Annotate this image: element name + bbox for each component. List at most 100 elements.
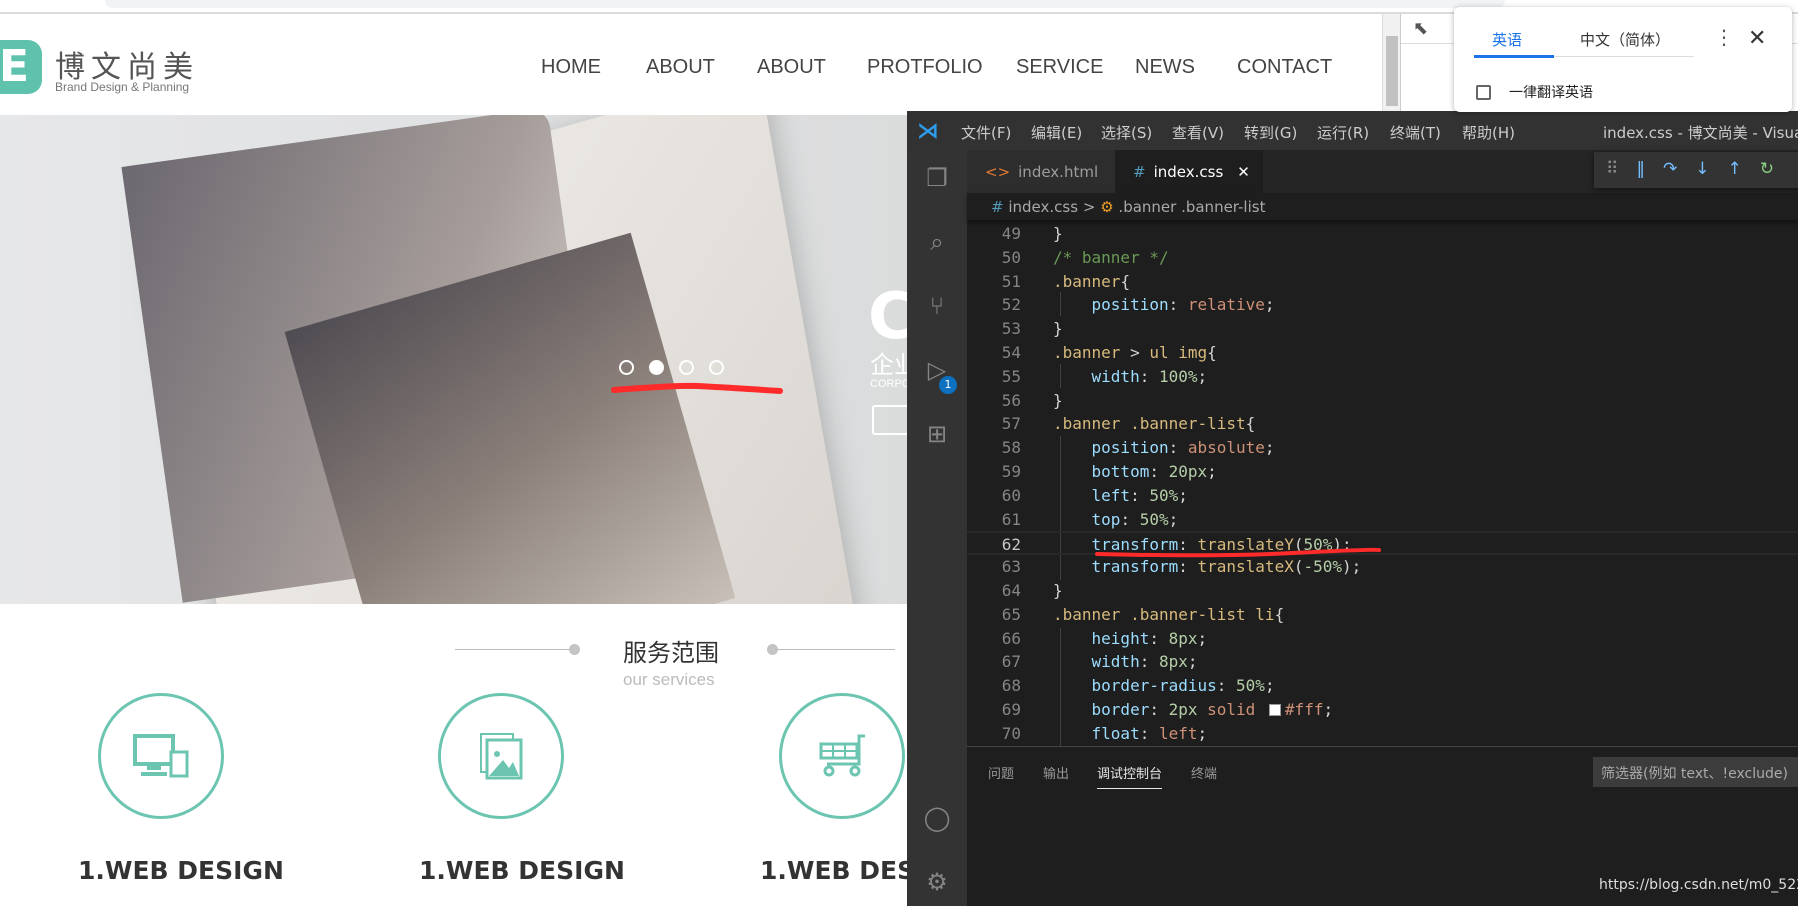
code-line[interactable]: 69 border: 2px solid #fff;	[967, 698, 1798, 722]
code-token: :	[1168, 438, 1188, 458]
code-line[interactable]: 67 width: 8px;	[967, 650, 1798, 674]
step-out-icon[interactable]: ↑	[1727, 159, 1759, 179]
source-control-icon[interactable]: ⑂	[921, 290, 953, 322]
code-line[interactable]: 52 position: relative;	[967, 293, 1798, 317]
panel-tab-problems[interactable]: 问题	[988, 763, 1014, 788]
step-over-icon[interactable]: ↷	[1663, 159, 1695, 179]
tab-divider	[1554, 56, 1694, 57]
menu-help[interactable]: 帮助(H)	[1462, 122, 1515, 143]
code-line[interactable]: 61 top: 50%;	[967, 508, 1798, 532]
nav-home[interactable]: HOME	[541, 56, 601, 79]
code-line[interactable]: 64}	[967, 579, 1798, 603]
code-token: 50%	[1139, 509, 1169, 529]
code-line[interactable]: 65 .banner .banner-list li{	[967, 603, 1798, 627]
breadcrumb-file[interactable]: index.css	[1008, 198, 1078, 216]
drag-handle-icon[interactable]: ⠿	[1606, 159, 1636, 179]
menu-run[interactable]: 运行(R)	[1317, 122, 1369, 143]
tab-close-icon[interactable]: ✕	[1237, 163, 1250, 181]
tab-index-html[interactable]: <> index.html	[967, 150, 1115, 193]
nav-news[interactable]: NEWS	[1135, 56, 1195, 79]
code-text: float: left;	[1053, 722, 1208, 746]
address-bar[interactable]	[105, 0, 1505, 8]
banner-dot[interactable]	[679, 360, 694, 375]
code-token: width	[1091, 366, 1140, 386]
banner-dot[interactable]	[709, 360, 724, 375]
code-line[interactable]: 66 height: 8px;	[967, 627, 1798, 651]
breadcrumb-symbol[interactable]: .banner .banner-list	[1118, 198, 1265, 216]
nav-about-2[interactable]: ABOUT	[757, 56, 826, 79]
code-line[interactable]: 59 bottom: 20px;	[967, 460, 1798, 484]
extensions-icon[interactable]: ⊞	[921, 418, 953, 450]
code-token: :	[1120, 509, 1140, 529]
menu-terminal[interactable]: 终端(T)	[1390, 122, 1441, 143]
devices-icon	[133, 734, 189, 778]
explorer-icon[interactable]: ❐	[921, 162, 953, 194]
code-line[interactable]: 60 left: 50%;	[967, 484, 1798, 508]
panel-tab-output[interactable]: 输出	[1043, 763, 1069, 788]
settings-gear-icon[interactable]: ⚙	[921, 866, 953, 898]
code-editor[interactable]: 49} 50/* banner */51 .banner{52 position: …	[967, 220, 1798, 746]
code-line[interactable]: 51 .banner{	[967, 270, 1798, 294]
code-line[interactable]: 58 position: absolute;	[967, 436, 1798, 460]
nav-contact[interactable]: CONTACT	[1237, 56, 1332, 79]
panel-tab-terminal[interactable]: 终端	[1191, 763, 1217, 788]
menu-file[interactable]: 文件(F)	[961, 122, 1011, 143]
banner-dot[interactable]	[619, 360, 634, 375]
code-line[interactable]: 70 float: left;	[967, 722, 1798, 746]
nav-portfolio[interactable]: PROTFOLIO	[867, 56, 983, 79]
code-line[interactable]: 50 /* banner */	[967, 246, 1798, 270]
filter-input[interactable]: 筛选器(例如 text、!exclude)	[1593, 757, 1798, 787]
service-label-2: 1.WEB DESIGN	[419, 856, 625, 885]
service-label-1: 1.WEB DESIGN	[78, 856, 284, 885]
service-circle-2[interactable]	[438, 693, 564, 819]
step-into-icon[interactable]: ↓	[1695, 159, 1727, 179]
color-swatch[interactable]	[1268, 704, 1281, 716]
line-number: 51	[1001, 271, 1021, 291]
code-token: {	[1120, 271, 1131, 291]
code-text: .banner .banner-list{	[1053, 412, 1255, 436]
close-icon[interactable]: ✕	[1748, 25, 1766, 51]
line-number: 56	[1001, 390, 1021, 410]
services-line-left	[455, 649, 575, 650]
account-icon[interactable]: ◯	[921, 802, 953, 834]
pause-icon[interactable]: ‖	[1636, 159, 1663, 179]
code-line[interactable]: 56}	[967, 389, 1798, 413]
code-token: .banner	[1053, 343, 1121, 362]
menu-view[interactable]: 查看(V)	[1172, 122, 1224, 143]
line-number: 70	[1001, 723, 1021, 743]
line-number: 59	[1001, 462, 1021, 481]
code-token: ;	[1197, 366, 1208, 386]
nav-about[interactable]: ABOUT	[646, 56, 715, 79]
panel-tab-debug-console[interactable]: 调试控制台	[1097, 763, 1163, 789]
service-circle-3[interactable]	[779, 693, 905, 819]
menu-go[interactable]: 转到(G)	[1244, 122, 1297, 143]
debug-toolbar: ⠿‖↷↓↑↻	[1594, 152, 1798, 188]
line-number: 65	[1001, 604, 1021, 624]
always-translate-checkbox[interactable]	[1476, 85, 1491, 100]
more-vert-icon[interactable]: ⋮	[1714, 25, 1734, 50]
scrollbar-thumb[interactable]	[1386, 36, 1398, 106]
code-line[interactable]: 54 .banner > ul img{	[967, 341, 1798, 365]
menu-selection[interactable]: 选择(S)	[1101, 122, 1152, 143]
restart-icon[interactable]: ↻	[1760, 159, 1792, 179]
nav-service[interactable]: SERVICE	[1016, 56, 1103, 79]
red-annotation-underline	[611, 382, 783, 394]
code-line[interactable]: 55 width: 100%;	[967, 365, 1798, 389]
code-token: :	[1149, 462, 1169, 481]
search-icon[interactable]: ⌕	[921, 226, 953, 258]
menu-edit[interactable]: 编辑(E)	[1031, 122, 1082, 143]
service-circle-1[interactable]	[98, 693, 224, 819]
banner-dot-active[interactable]	[649, 360, 664, 375]
page-scrollbar[interactable]	[1382, 14, 1400, 114]
tab-index-css[interactable]: # index.css ✕	[1115, 150, 1263, 193]
translate-tab-english[interactable]: 英语	[1492, 29, 1522, 50]
code-line[interactable]: 49}	[967, 222, 1798, 246]
translate-tab-chinese[interactable]: 中文（简体）	[1580, 29, 1670, 50]
code-line[interactable]: 53}	[967, 317, 1798, 341]
code-line[interactable]: 68 border-radius: 50%;	[967, 674, 1798, 698]
code-line[interactable]: 57 .banner .banner-list{	[967, 412, 1798, 436]
code-token: :	[1130, 485, 1150, 505]
